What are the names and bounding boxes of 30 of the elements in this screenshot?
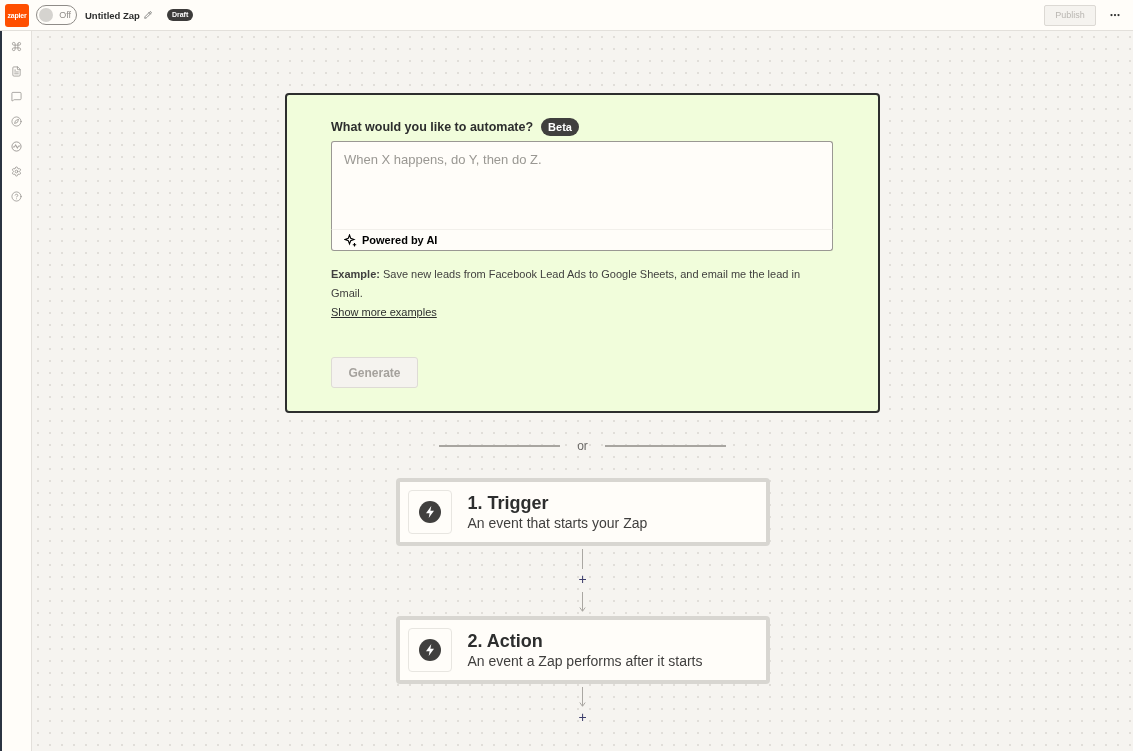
pulse-circle-icon[interactable] <box>11 141 22 152</box>
bolt-icon <box>418 501 441 523</box>
toggle-switch[interactable]: Off <box>36 5 77 25</box>
connector-arrow <box>579 687 586 707</box>
connector-arrow <box>579 592 586 612</box>
or-label: or <box>577 439 588 453</box>
show-more-link[interactable]: Show more examples <box>331 303 437 321</box>
settings-icon[interactable] <box>11 166 22 177</box>
beta-badge: Beta <box>541 118 579 136</box>
command-icon[interactable] <box>11 41 22 52</box>
compass-icon[interactable] <box>11 116 22 127</box>
example-text: Example: Save new leads from Facebook Lead Ads to Google Sheets, and email me the lead in Gmail. <box>331 267 801 301</box>
pencil-icon[interactable] <box>143 11 152 19</box>
zap-title[interactable]: Untitled Zap <box>85 9 140 21</box>
prompt-input[interactable]: When X happens, do Y, then do Z. <box>331 141 833 229</box>
add-step-button[interactable]: + <box>576 710 589 724</box>
add-step-button[interactable]: + <box>576 572 589 586</box>
file-icon[interactable] <box>11 66 22 77</box>
step-title: 1. Trigger <box>467 492 550 514</box>
sparkle-icon <box>344 233 357 247</box>
bolt-icon <box>418 639 441 661</box>
step-subtitle: An event that starts your Zap <box>467 514 648 532</box>
step-subtitle: An event a Zap performs after it starts <box>467 652 703 670</box>
help-icon[interactable] <box>11 191 22 202</box>
step-title: 2. Action <box>467 630 544 652</box>
comment-icon[interactable] <box>11 91 22 102</box>
powered-by-label: Powered by AI <box>362 234 438 246</box>
step-card[interactable]: 1. Trigger An event that starts your Zap <box>395 478 770 546</box>
step-card[interactable]: 2. Action An event a Zap performs after it starts <box>395 616 770 684</box>
prompt-label: What would you like to automate? <box>331 120 534 134</box>
